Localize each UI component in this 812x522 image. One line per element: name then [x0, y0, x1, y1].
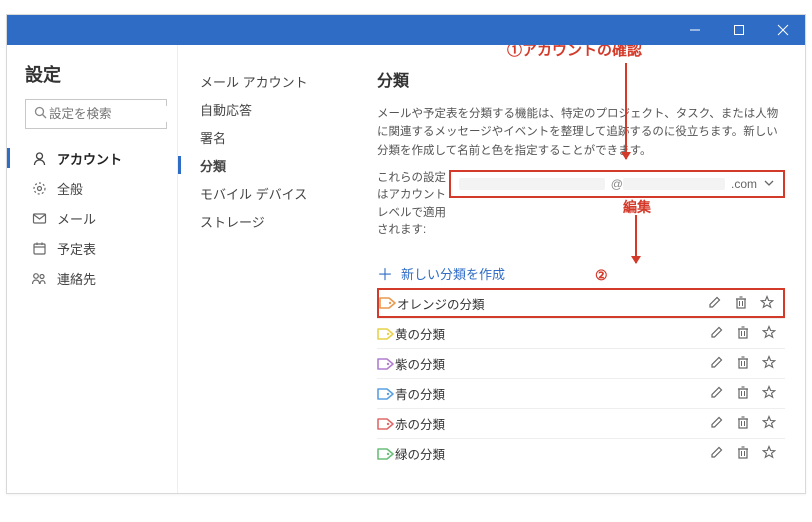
create-category-label: 新しい分類を作成: [401, 264, 505, 283]
favorite-icon[interactable]: [761, 355, 777, 372]
category-row[interactable]: 緑の分類: [377, 438, 785, 468]
minimize-icon: [689, 24, 701, 36]
people-icon: [31, 271, 47, 286]
favorite-icon[interactable]: [759, 295, 775, 312]
settings-title: 設定: [25, 61, 167, 87]
account-select[interactable]: @ .com: [449, 170, 785, 198]
category-label: オレンジの分類: [397, 294, 707, 313]
pane-description: メールや予定表を分類する機能は、特定のプロジェクト、タスク、または人物に関連する…: [377, 105, 785, 160]
tag-icon: [377, 387, 395, 401]
sidebar-item-people[interactable]: 連絡先: [25, 263, 167, 293]
pane-title: 分類: [377, 67, 785, 91]
annotation-1: ①アカウントの確認: [507, 45, 642, 60]
edit-icon[interactable]: [709, 385, 725, 402]
category-label: 黄の分類: [395, 324, 709, 343]
category-label: 紫の分類: [395, 354, 709, 373]
category-row[interactable]: 赤の分類: [377, 408, 785, 438]
categories-pane: 分類 メールや予定表を分類する機能は、特定のプロジェクト、タスク、または人物に関…: [357, 45, 805, 493]
account-level-label: これらの設定はアカウント レベルで適用されます:: [377, 170, 449, 239]
subnav-item[interactable]: ストレージ: [198, 207, 347, 235]
settings-sidebar: 設定 アカウント全般メール予定表連絡先: [7, 45, 177, 493]
tag-icon: [379, 296, 397, 310]
calendar-icon: [31, 241, 47, 256]
delete-icon[interactable]: [735, 355, 751, 372]
favorite-icon[interactable]: [761, 445, 777, 462]
tag-icon: [377, 417, 395, 431]
delete-icon[interactable]: [733, 295, 749, 312]
subnav-item[interactable]: 分類: [198, 151, 347, 179]
person-icon: [31, 151, 47, 166]
tag-icon: [377, 447, 395, 461]
category-label: 青の分類: [395, 384, 709, 403]
maximize-button[interactable]: [717, 15, 761, 45]
titlebar: [7, 15, 805, 45]
edit-icon[interactable]: [709, 445, 725, 462]
delete-icon[interactable]: [735, 445, 751, 462]
subnav-item[interactable]: メール アカウント: [198, 67, 347, 95]
search-icon: [34, 106, 47, 122]
category-label: 赤の分類: [395, 414, 709, 433]
category-list: オレンジの分類黄の分類紫の分類青の分類赤の分類緑の分類: [377, 288, 785, 468]
subnav-item[interactable]: 署名: [198, 123, 347, 151]
minimize-button[interactable]: [673, 15, 717, 45]
settings-window: 設定 アカウント全般メール予定表連絡先 メール アカウント自動応答署名分類モバイ…: [6, 14, 806, 494]
subnav-item[interactable]: 自動応答: [198, 95, 347, 123]
account-redacted-2: [623, 178, 725, 190]
delete-icon[interactable]: [735, 415, 751, 432]
sidebar-item-calendar[interactable]: 予定表: [25, 233, 167, 263]
sidebar-item-label: 予定表: [57, 239, 96, 258]
account-redacted: [459, 178, 605, 190]
close-button[interactable]: [761, 15, 805, 45]
sidebar-item-person[interactable]: アカウント: [25, 143, 167, 173]
sidebar-item-mail[interactable]: メール: [25, 203, 167, 233]
account-level-row: これらの設定はアカウント レベルで適用されます: @ .com: [377, 170, 785, 239]
favorite-icon[interactable]: [761, 415, 777, 432]
maximize-icon: [733, 24, 745, 36]
sidebar-item-label: 連絡先: [57, 269, 96, 288]
tag-icon: [377, 357, 395, 371]
chevron-down-icon: [763, 177, 775, 192]
sidebar-item-label: 全般: [57, 179, 83, 198]
category-row[interactable]: 青の分類: [377, 378, 785, 408]
edit-icon[interactable]: [709, 325, 725, 342]
tag-icon: [377, 327, 395, 341]
sidebar-item-gear[interactable]: 全般: [25, 173, 167, 203]
sidebar-item-label: アカウント: [57, 149, 122, 168]
category-row[interactable]: 紫の分類: [377, 348, 785, 378]
edit-icon[interactable]: [709, 415, 725, 432]
account-subnav: メール アカウント自動応答署名分類モバイル デバイスストレージ: [177, 45, 357, 493]
create-category-button[interactable]: ＋ 新しい分類を作成: [377, 261, 785, 285]
mail-icon: [31, 211, 47, 226]
category-row[interactable]: 黄の分類: [377, 318, 785, 348]
edit-icon[interactable]: [709, 355, 725, 372]
settings-nav: アカウント全般メール予定表連絡先: [25, 143, 167, 293]
gear-icon: [31, 181, 47, 196]
sidebar-item-label: メール: [57, 209, 96, 228]
category-label: 緑の分類: [395, 444, 709, 463]
close-icon: [777, 24, 789, 36]
favorite-icon[interactable]: [761, 385, 777, 402]
account-suffix: .com: [731, 177, 757, 191]
search-box[interactable]: [25, 99, 167, 129]
delete-icon[interactable]: [735, 385, 751, 402]
category-row[interactable]: オレンジの分類: [377, 288, 785, 318]
favorite-icon[interactable]: [761, 325, 777, 342]
edit-icon[interactable]: [707, 295, 723, 312]
plus-icon: ＋: [377, 261, 393, 285]
subnav-item[interactable]: モバイル デバイス: [198, 179, 347, 207]
delete-icon[interactable]: [735, 325, 751, 342]
